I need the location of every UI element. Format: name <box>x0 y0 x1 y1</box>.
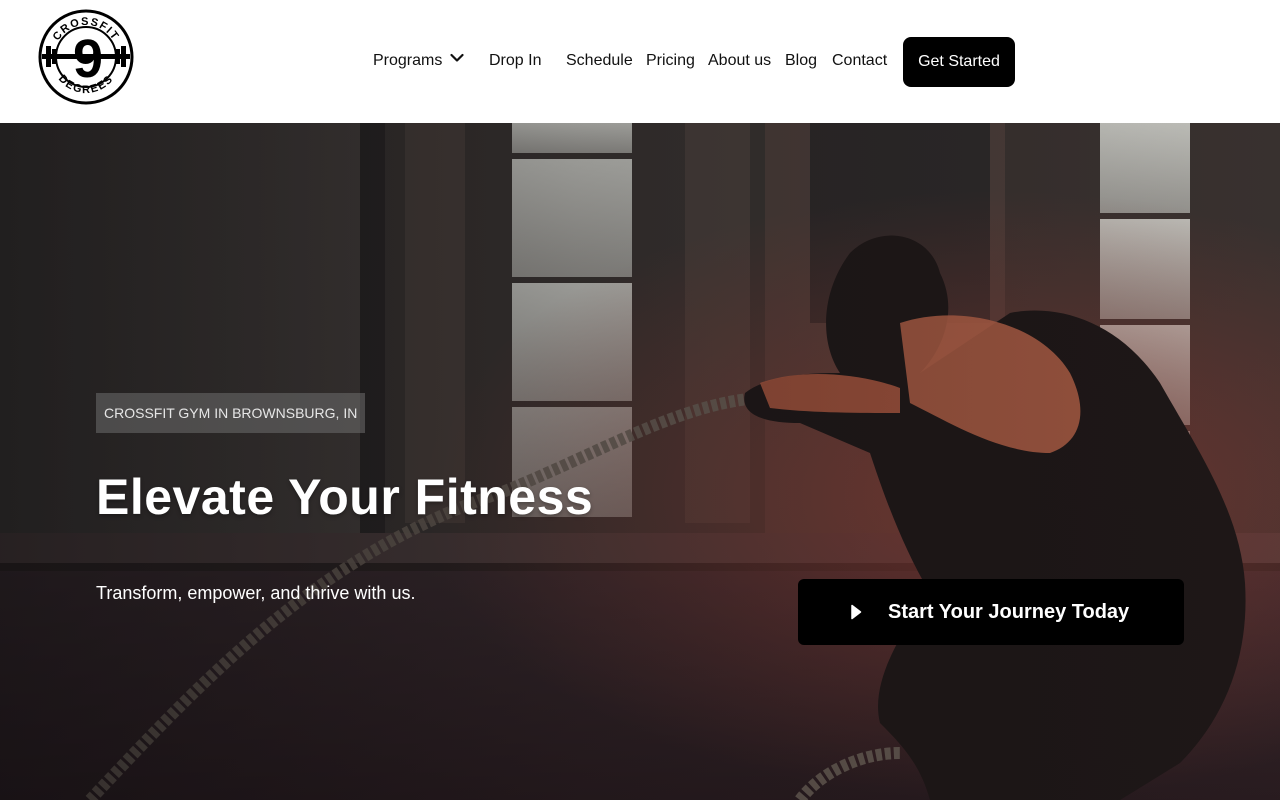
nav-about-us[interactable]: About us <box>708 51 771 71</box>
start-journey-button[interactable]: Start Your Journey Today <box>798 579 1184 645</box>
hero-overlay <box>0 123 1280 800</box>
hero-subtitle: Transform, empower, and thrive with us. <box>96 583 416 603</box>
hero-title: Elevate Your Fitness <box>96 469 594 525</box>
nav-pricing[interactable]: Pricing <box>646 51 695 71</box>
nav-drop-in[interactable]: Drop In <box>489 51 541 71</box>
play-icon <box>850 604 862 625</box>
nav-schedule[interactable]: Schedule <box>566 51 633 71</box>
start-journey-label: Start Your Journey Today <box>888 601 1130 623</box>
nav-programs-label: Programs <box>373 52 443 69</box>
site-header: CROSSFIT DEGREES 9 Programs Drop In Sche… <box>0 0 1280 123</box>
hero-section: CROSSFIT GYM IN BROWNSBURG, IN Elevate Y… <box>0 123 1280 800</box>
nav-contact[interactable]: Contact <box>832 51 887 71</box>
get-started-button[interactable]: Get Started <box>903 37 1015 87</box>
nav-programs[interactable]: Programs <box>373 51 464 71</box>
main-nav: Programs Drop In Schedule Pricing About … <box>0 0 1280 123</box>
nav-blog[interactable]: Blog <box>785 51 817 71</box>
chevron-down-icon <box>450 49 464 69</box>
location-badge: CROSSFIT GYM IN BROWNSBURG, IN <box>96 393 366 433</box>
